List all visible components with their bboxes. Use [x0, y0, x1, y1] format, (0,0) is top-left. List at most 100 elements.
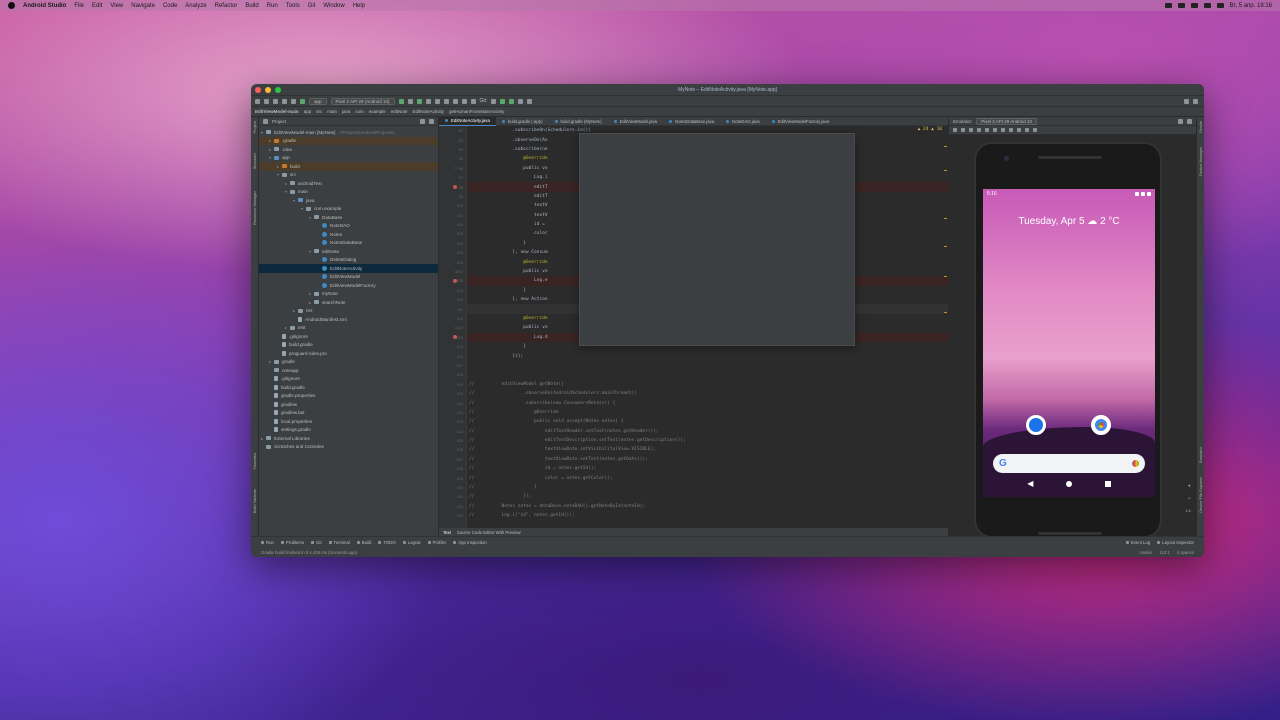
overview-icon[interactable] [1009, 128, 1013, 132]
editor-tab[interactable]: build.gradle (MyNote) [549, 117, 608, 126]
editor-tab[interactable]: build.gradle (:app) [496, 117, 549, 126]
breadcrumb-item[interactable]: app [304, 109, 312, 114]
tab-text[interactable]: Text [443, 530, 451, 535]
tool-device-manager[interactable]: Device Manager [1198, 147, 1203, 176]
inspection-widget[interactable]: ▲ 24 ▲ 10 [918, 127, 942, 132]
git-rollback-icon[interactable] [527, 98, 533, 104]
line-number[interactable]: 133 [439, 511, 466, 520]
tab-source-preview[interactable]: Source Code Editor With Preview [457, 530, 521, 535]
zoom-in-button[interactable]: + [1187, 484, 1191, 490]
line-number[interactable]: 106 [439, 257, 466, 266]
tree-item[interactable]: ▾ com.example [259, 205, 438, 214]
tree-item[interactable]: ▾ EditViewModel-main [MyNote] ~/Projects/A… [259, 128, 438, 137]
tool-event-log[interactable]: Event Log [1125, 540, 1150, 545]
tree-item[interactable]: gradlew.bat [259, 409, 438, 418]
menu-tools[interactable]: Tools [286, 3, 300, 9]
editor-tab[interactable]: EditViewModel.java [608, 117, 663, 126]
tree-item[interactable]: ▸ searchNote [259, 298, 438, 307]
nav-home-icon[interactable] [1066, 480, 1073, 487]
line-number[interactable]: 121 [439, 398, 466, 407]
breadcrumb-item[interactable]: getHumanFromMainActivity [449, 109, 504, 114]
tool-app-inspection[interactable]: App Inspection [453, 540, 487, 545]
line-number[interactable]: 111 [439, 304, 466, 313]
stripe-mark[interactable] [944, 170, 947, 171]
tree-item[interactable]: NotesDataBase [259, 239, 438, 248]
code-line[interactable]: // editTextDescription.setText(notes.get… [467, 436, 948, 445]
battery-icon[interactable] [1177, 3, 1185, 8]
screenshot-icon[interactable] [1017, 128, 1021, 132]
avd-manager-icon[interactable] [461, 98, 467, 104]
git-update-icon[interactable] [491, 98, 497, 104]
line-number[interactable]: 119 [439, 380, 466, 389]
line-number[interactable]: 101 [439, 211, 466, 220]
tree-item[interactable]: gradlew [259, 400, 438, 409]
attach-debugger-icon[interactable] [434, 98, 440, 104]
editor-tab[interactable]: EditNoteActivity.java [439, 116, 496, 126]
tool-terminal[interactable]: Terminal [328, 540, 350, 545]
rotate-left-icon[interactable] [977, 128, 981, 132]
tool-resource-manager[interactable]: Resource Manager [252, 191, 257, 225]
zoom-out-button[interactable]: − [1187, 496, 1191, 502]
tool-todo[interactable]: TODO [378, 540, 396, 545]
menu-window[interactable]: Window [323, 3, 344, 9]
home-icon[interactable] [1001, 128, 1005, 132]
gear-icon[interactable] [1178, 118, 1183, 124]
run-config-select[interactable]: app [309, 97, 327, 105]
run-icon[interactable] [398, 98, 404, 104]
nav-recents-icon[interactable] [1104, 480, 1111, 487]
tool-git[interactable]: Git [311, 540, 322, 545]
tool-problems[interactable]: Problems [280, 540, 304, 545]
line-number[interactable]: 98 [439, 182, 466, 191]
line-number[interactable]: 126 [439, 445, 466, 454]
line-number[interactable]: 114 [439, 333, 466, 342]
tree-item[interactable]: Notes [259, 230, 438, 239]
menu-run[interactable]: Run [267, 3, 278, 9]
more-icon[interactable] [1033, 128, 1037, 132]
tree-item[interactable]: ▸ gradle [259, 358, 438, 367]
tool-device-file-explorer[interactable]: Device File Explorer [1198, 477, 1203, 513]
tree-item[interactable]: ▸ .idea [259, 145, 438, 154]
sync-gradle-icon[interactable] [452, 98, 458, 104]
line-number[interactable]: 109 [439, 286, 466, 295]
google-search-bar[interactable]: G [993, 454, 1145, 473]
tree-item[interactable]: ▸ myNote [259, 290, 438, 299]
code-line[interactable]: })); [467, 351, 948, 360]
git-branch[interactable]: master [1139, 550, 1152, 555]
menu-build[interactable]: Build [245, 3, 258, 9]
line-number[interactable]: 100 [439, 201, 466, 210]
line-number[interactable]: 94 [439, 145, 466, 154]
at-a-glance-widget[interactable]: Tuesday, Apr 5 ☁ 2 °C [983, 216, 1155, 227]
git-commit-icon[interactable] [500, 98, 506, 104]
override-icon[interactable]: ○ [453, 325, 457, 330]
forward-icon[interactable] [291, 98, 296, 104]
tree-item[interactable]: AndroidManifest.xml [259, 315, 438, 324]
wifi-icon[interactable] [1190, 3, 1198, 8]
tree-item[interactable]: NoteDAO [259, 222, 438, 231]
tool-build[interactable]: Build [356, 540, 371, 545]
tree-item[interactable]: EditViewModel [259, 273, 438, 282]
nav-back-icon[interactable]: ◀ [1027, 479, 1033, 488]
menu-code[interactable]: Code [163, 3, 177, 9]
tool-favorites[interactable]: Favorites [252, 453, 257, 469]
code-line[interactable]: // .subscribe(new Consumer<Notes>() { [467, 398, 948, 407]
line-number[interactable]: 128 [439, 464, 466, 473]
line-number[interactable]: 125 [439, 436, 466, 445]
code-line[interactable]: // color = notes.getColor(); [467, 473, 948, 482]
line-number[interactable]: 107 ○ [439, 267, 466, 276]
editor-tab[interactable]: EditViewModelFactory.java [766, 117, 835, 126]
tree-item[interactable]: ▾ DataBase [259, 213, 438, 222]
menu-file[interactable]: File [74, 3, 84, 9]
back-icon[interactable] [282, 98, 287, 104]
tree-item[interactable]: EditViewModelFactory [259, 281, 438, 290]
device-select[interactable]: Pixel 2 API 29 (Android 10) [330, 97, 395, 105]
emulator-device-tab[interactable]: Pixel 2 API 29 Android 10 [976, 117, 1038, 125]
stripe-mark[interactable] [944, 276, 947, 277]
git-history-icon[interactable] [518, 98, 524, 104]
phone-screen[interactable]: 6:16 Tuesday, Apr 5 ☁ 2 °C G ◀ [983, 189, 1155, 497]
editor-tab[interactable]: NotesDataBase.java [663, 117, 720, 126]
menubar-clock[interactable]: Вт, 5 апр. 18:16 [1230, 3, 1273, 9]
tool-profiler[interactable]: Profiler [427, 540, 446, 545]
tree-item[interactable]: DeleteDialog [259, 256, 438, 265]
code-text[interactable]: .subscribeOn(Schedulers.io()) .observeOn… [467, 126, 948, 528]
code-line[interactable] [467, 361, 948, 370]
